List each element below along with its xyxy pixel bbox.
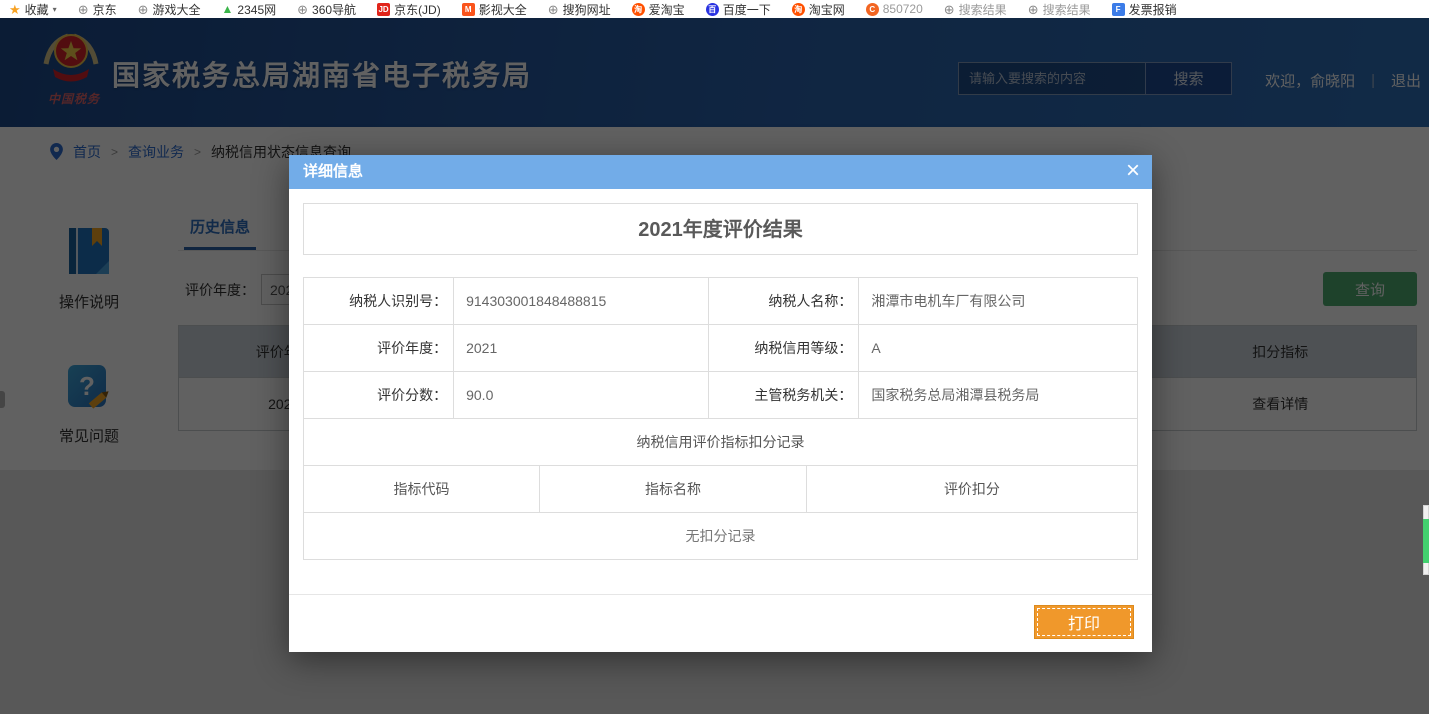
invoice-app-icon: F	[1112, 3, 1125, 16]
bookmark-jd2[interactable]: JD 京东(JD)	[377, 1, 441, 18]
bookmark-label: 淘宝网	[809, 1, 845, 18]
chevron-down-icon: ▾	[53, 5, 57, 14]
column-header: 指标代码	[304, 466, 540, 513]
bookmark-label: 爱淘宝	[649, 1, 685, 18]
bookmark-label: 京东(JD)	[394, 1, 441, 18]
field-label: 纳税人名称：	[709, 278, 859, 325]
table-header-row: 指标代码 指标名称 评价扣分	[304, 466, 1138, 513]
video-app-icon: M	[462, 3, 475, 16]
bookmark-search-result-1[interactable]: ⊕ 搜索结果	[944, 1, 1007, 18]
bookmark-2345[interactable]: ▲ 2345网	[222, 1, 277, 18]
star-icon: ★	[9, 3, 21, 16]
bookmark-label: 京东	[93, 1, 117, 18]
circle-c-icon: C	[866, 3, 879, 16]
close-icon[interactable]: ×	[1126, 154, 1140, 188]
print-button[interactable]: 打印	[1034, 605, 1134, 639]
modal-footer: 打印	[289, 594, 1152, 652]
bookmark-label: 搜狗网址	[563, 1, 611, 18]
globe-icon: ⊕	[548, 3, 559, 16]
field-label: 纳税人识别号：	[304, 278, 454, 325]
taobao-icon: 淘	[792, 3, 805, 16]
globe-icon: ⊕	[138, 3, 149, 16]
bookmark-850720[interactable]: C 850720	[866, 2, 923, 16]
screen: ★ 收藏 ▾ ⊕ 京东 ⊕ 游戏大全 ▲ 2345网 ⊕ 360导航 JD 京东…	[0, 0, 1429, 714]
deduction-record-section-title: 纳税信用评价指标扣分记录	[304, 419, 1138, 466]
credit-grade-value: A	[859, 325, 1138, 372]
bookmarks-bar: ★ 收藏 ▾ ⊕ 京东 ⊕ 游戏大全 ▲ 2345网 ⊕ 360导航 JD 京东…	[0, 0, 1429, 18]
deduction-record-table: 指标代码 指标名称 评价扣分 无扣分记录	[303, 465, 1138, 560]
bookmark-label: 850720	[883, 2, 923, 16]
bookmark-baidu[interactable]: 百 百度一下	[706, 1, 771, 18]
bookmark-video[interactable]: M 影视大全	[462, 1, 527, 18]
table-row: 无扣分记录	[304, 513, 1138, 560]
bookmark-label: 搜索结果	[1043, 1, 1091, 18]
globe-icon: ⊕	[78, 3, 89, 16]
table-row: 纳税信用评价指标扣分记录	[304, 419, 1138, 466]
modal-title-bar: 详细信息 ×	[289, 155, 1152, 189]
evaluation-result-heading: 2021年度评价结果	[303, 203, 1138, 255]
bookmark-aitaobao[interactable]: 淘 爱淘宝	[632, 1, 685, 18]
field-label: 评价分数：	[304, 372, 454, 419]
modal-title: 详细信息	[303, 163, 363, 180]
bookmark-label: 发票报销	[1129, 1, 1177, 18]
bookmark-label: 百度一下	[723, 1, 771, 18]
field-label: 纳税信用等级：	[709, 325, 859, 372]
table-row: 纳税人识别号： 914303001848488815 纳税人名称： 湘潭市电机车…	[304, 278, 1138, 325]
table-row: 评价年度： 2021 纳税信用等级： A	[304, 325, 1138, 372]
evaluation-detail-table: 纳税人识别号： 914303001848488815 纳税人名称： 湘潭市电机车…	[303, 277, 1138, 466]
baidu-icon: 百	[706, 3, 719, 16]
site-2345-icon: ▲	[222, 3, 234, 16]
no-records-text: 无扣分记录	[304, 513, 1138, 560]
evaluation-score-value: 90.0	[454, 372, 709, 419]
table-row: 评价分数： 90.0 主管税务机关： 国家税务总局湘潭县税务局	[304, 372, 1138, 419]
detail-modal: 详细信息 × 2021年度评价结果 纳税人识别号： 91430300184848…	[289, 155, 1152, 652]
globe-icon: ⊕	[1028, 3, 1039, 16]
bookmark-360nav[interactable]: ⊕ 360导航	[297, 1, 356, 18]
bookmark-fapiao[interactable]: F 发票报销	[1112, 1, 1177, 18]
field-label: 评价年度：	[304, 325, 454, 372]
taxpayer-id-value: 914303001848488815	[454, 278, 709, 325]
evaluation-year-value: 2021	[454, 325, 709, 372]
scrollbar-thumb[interactable]	[1423, 519, 1429, 563]
globe-icon: ⊕	[297, 3, 308, 16]
bookmark-label: 360导航	[312, 1, 356, 18]
bookmark-label: 影视大全	[479, 1, 527, 18]
bookmark-label: 2345网	[237, 1, 276, 18]
modal-body: 2021年度评价结果 纳税人识别号： 914303001848488815 纳税…	[289, 189, 1152, 560]
bookmark-favorites[interactable]: ★ 收藏 ▾	[9, 1, 57, 18]
bookmark-sogou[interactable]: ⊕ 搜狗网址	[548, 1, 611, 18]
column-header: 指标名称	[540, 466, 807, 513]
globe-icon: ⊕	[944, 3, 955, 16]
bookmark-games[interactable]: ⊕ 游戏大全	[138, 1, 201, 18]
bookmark-label: 收藏	[25, 1, 49, 18]
taobao-icon: 淘	[632, 3, 645, 16]
bookmark-search-result-2[interactable]: ⊕ 搜索结果	[1028, 1, 1091, 18]
field-label: 主管税务机关：	[709, 372, 859, 419]
tax-authority-value: 国家税务总局湘潭县税务局	[859, 372, 1138, 419]
bookmark-label: 游戏大全	[153, 1, 201, 18]
bookmark-jd[interactable]: ⊕ 京东	[78, 1, 117, 18]
taxpayer-name-value: 湘潭市电机车厂有限公司	[859, 278, 1138, 325]
jd-icon: JD	[377, 3, 390, 16]
bookmark-taobao[interactable]: 淘 淘宝网	[792, 1, 845, 18]
column-header: 评价扣分	[806, 466, 1137, 513]
bookmark-label: 搜索结果	[959, 1, 1007, 18]
